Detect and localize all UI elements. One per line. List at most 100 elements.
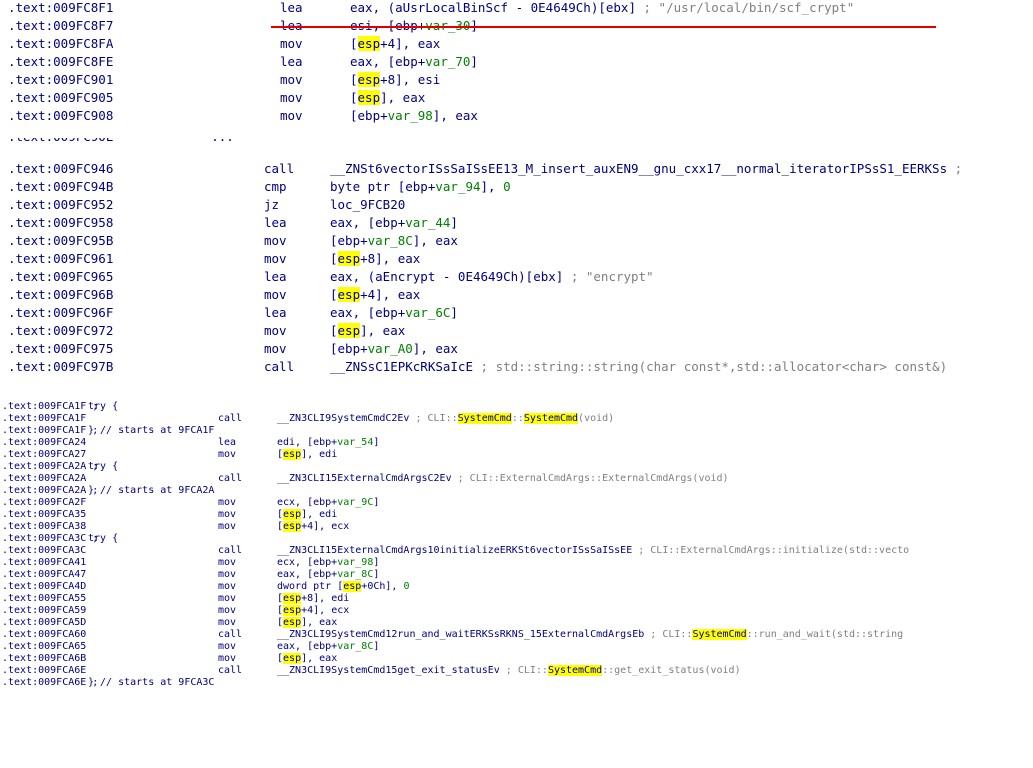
address-label[interactable]: .text:009FCA65 — [2, 642, 86, 652]
address-label[interactable]: .text:009FCA2F — [2, 498, 86, 508]
operand-text[interactable]: [ebp+var_8C], eax — [330, 234, 458, 248]
operand-text[interactable]: [esp+8], edi — [277, 593, 349, 604]
mnemonic: mov — [280, 108, 303, 123]
comment-text: ; "encrypt" — [563, 269, 654, 284]
operand-text[interactable]: [esp], eax — [350, 90, 425, 105]
address-label[interactable]: .text:009FC95B — [8, 234, 113, 248]
mnemonic: mov — [264, 233, 287, 248]
try-block-marker: } // starts at 9FCA1F — [88, 425, 215, 436]
mnemonic: mov — [218, 497, 237, 508]
address-label[interactable]: .text:009FCA59 — [2, 606, 86, 616]
operand-text[interactable]: eax, [ebp+var_8C] — [277, 642, 379, 652]
address-label[interactable]: .text:009FCA6B — [2, 654, 86, 664]
operand-text[interactable]: eax, [ebp+var_70] — [350, 55, 478, 69]
operand-text[interactable]: [ebp+var_98], eax — [350, 109, 478, 123]
comment-text: ; CLI::SystemCmd::run_and_wait(std::stri… — [644, 629, 904, 640]
address-label[interactable]: .text:009FC94B — [8, 180, 113, 194]
operand-text[interactable]: [esp+4], ecx — [277, 605, 349, 616]
operand-text[interactable]: edi, [ebp+var_54] — [277, 438, 379, 448]
address-label[interactable]: .text:009FCA41 — [2, 558, 86, 568]
address-label[interactable]: .text:009FCA6E ; — [2, 678, 98, 688]
address-label[interactable]: .text:009FCA6E — [2, 666, 86, 676]
operand-text[interactable]: __ZNSt6vectorISsSaISsEE13_M_insert_auxEN… — [330, 162, 962, 176]
operand-text[interactable]: eax, (aEncrypt - 0E4649Ch)[ebx] ; "encry… — [330, 269, 654, 284]
mnemonic: call — [264, 161, 295, 176]
address-label[interactable]: .text:009FCA2A — [2, 474, 86, 484]
address-label[interactable]: .text:009FCA60 — [2, 630, 86, 640]
address-label[interactable]: .text:009FC8FE — [8, 55, 113, 69]
address-label[interactable]: .text:009FC905 — [8, 91, 113, 105]
operand-text[interactable]: __ZNSsC1EPKcRKSaIcE ; std::string::strin… — [330, 360, 947, 374]
operand-text[interactable]: loc_9FCB20 — [330, 198, 405, 212]
address-label[interactable]: .text:009FCA2A ; — [2, 486, 98, 496]
operand-text[interactable]: [esp], eax — [277, 653, 337, 664]
operand-text[interactable]: [esp+4], ecx — [277, 521, 349, 532]
address-label[interactable]: .text:009FC908 — [8, 109, 113, 123]
mnemonic: mov — [218, 581, 237, 592]
operand-text[interactable]: __ZN3CLI15ExternalCmdArgsC2Ev ; CLI::Ext… — [277, 474, 729, 484]
mnemonic: call — [218, 629, 243, 640]
mnemonic: lea — [280, 54, 303, 69]
operand-text[interactable]: [esp+4], eax — [330, 287, 420, 302]
operand-text[interactable]: eax, (aUsrLocalBinScf - 0E4649Ch)[ebx] ;… — [350, 1, 854, 15]
address-label[interactable]: .text:009FCA4D — [2, 582, 86, 592]
address-label[interactable]: .text:009FCA24 — [2, 438, 86, 448]
mnemonic: call — [218, 473, 243, 484]
address-label[interactable]: .text:009FCA5D — [2, 618, 86, 628]
comment-text: ; CLI::ExternalCmdArgs::ExternalCmdArgs(… — [451, 473, 729, 484]
mnemonic: mov — [264, 251, 287, 266]
operand-text[interactable]: [esp+4], eax — [350, 36, 440, 51]
operand-text[interactable]: [esp], eax — [330, 323, 405, 338]
address-label[interactable]: .text:009FC972 — [8, 324, 113, 338]
address-label[interactable]: .text:009FC901 — [8, 73, 113, 87]
operand-text[interactable]: [esp], edi — [277, 509, 337, 520]
operand-text[interactable]: byte ptr [ebp+var_94], 0 — [330, 180, 511, 194]
address-label[interactable]: .text:009FCA35 — [2, 510, 86, 520]
mnemonic: mov — [218, 653, 237, 664]
address-label[interactable]: .text:009FC952 — [8, 198, 113, 212]
operand-text[interactable]: [esp], eax — [277, 617, 337, 628]
operand-text[interactable]: ecx, [ebp+var_9C] — [277, 498, 379, 508]
operand-text[interactable]: __ZN3CLI15ExternalCmdArgs10initializeERK… — [277, 546, 909, 556]
operand-text[interactable]: __ZN3CLI9SystemCmdC2Ev ; CLI::SystemCmd:… — [277, 413, 615, 424]
operand-text[interactable]: eax, [ebp+var_8C] — [277, 570, 379, 580]
mnemonic: mov — [218, 605, 237, 616]
address-label[interactable]: .text:009FC961 — [8, 252, 113, 266]
address-label[interactable]: .text:009FC975 — [8, 342, 113, 356]
address-label[interactable]: .text:009FC8FA — [8, 37, 113, 51]
address-label[interactable]: .text:009FCA3C — [2, 546, 86, 556]
address-label[interactable]: .text:009FC96B — [8, 288, 113, 302]
operand-text[interactable]: [esp+8], esi — [350, 72, 440, 87]
operand-text[interactable]: [esp+8], eax — [330, 251, 420, 266]
operand-text[interactable]: [esp], edi — [277, 449, 337, 460]
mnemonic: lea — [264, 305, 287, 320]
address-label[interactable]: .text:009FCA47 — [2, 570, 86, 580]
mnemonic: jz — [264, 197, 280, 212]
address-label[interactable]: .text:009FCA3C ; — [2, 534, 98, 544]
address-label[interactable]: .text:009FC958 — [8, 216, 113, 230]
address-label[interactable]: .text:009FCA27 — [2, 450, 86, 460]
operand-text[interactable]: dword ptr [esp+0Ch], 0 — [277, 581, 409, 592]
address-label[interactable]: .text:009FCA55 — [2, 594, 86, 604]
address-label[interactable]: .text:009FCA1F — [2, 414, 86, 424]
comment-text: ; CLI::SystemCmd::SystemCmd(void) — [409, 413, 615, 424]
address-label[interactable]: .text:009FCA1F ; — [2, 426, 98, 436]
operand-text[interactable]: __ZN3CLI9SystemCmd15get_exit_statusEv ; … — [277, 665, 741, 676]
operand-text[interactable]: [ebp+var_A0], eax — [330, 342, 458, 356]
address-label[interactable]: .text:009FC8F1 — [8, 1, 113, 15]
operand-text[interactable]: __ZN3CLI9SystemCmd12run_and_waitERKSsRKN… — [277, 629, 904, 640]
address-label[interactable]: .text:009FC96F — [8, 306, 113, 320]
operand-text[interactable]: eax, [ebp+var_6C] — [330, 306, 458, 320]
mnemonic: mov — [280, 72, 303, 87]
address-label[interactable]: .text:009FC946 — [8, 162, 113, 176]
address-label[interactable]: .text:009FCA38 — [2, 522, 86, 532]
mnemonic: lea — [264, 269, 287, 284]
address-label[interactable]: .text:009FC97B — [8, 360, 113, 374]
operand-text[interactable]: ecx, [ebp+var_98] — [277, 558, 379, 568]
address-label[interactable]: .text:009FC965 — [8, 270, 113, 284]
address-label[interactable]: .text:009FCA2A ; — [2, 462, 98, 472]
address-label[interactable]: .text:009FC8F7 — [8, 19, 113, 33]
address-label[interactable]: .text:009FCA1F ; — [2, 402, 98, 412]
operand-text[interactable]: eax, [ebp+var_44] — [330, 216, 458, 230]
mnemonic: mov — [218, 641, 237, 652]
